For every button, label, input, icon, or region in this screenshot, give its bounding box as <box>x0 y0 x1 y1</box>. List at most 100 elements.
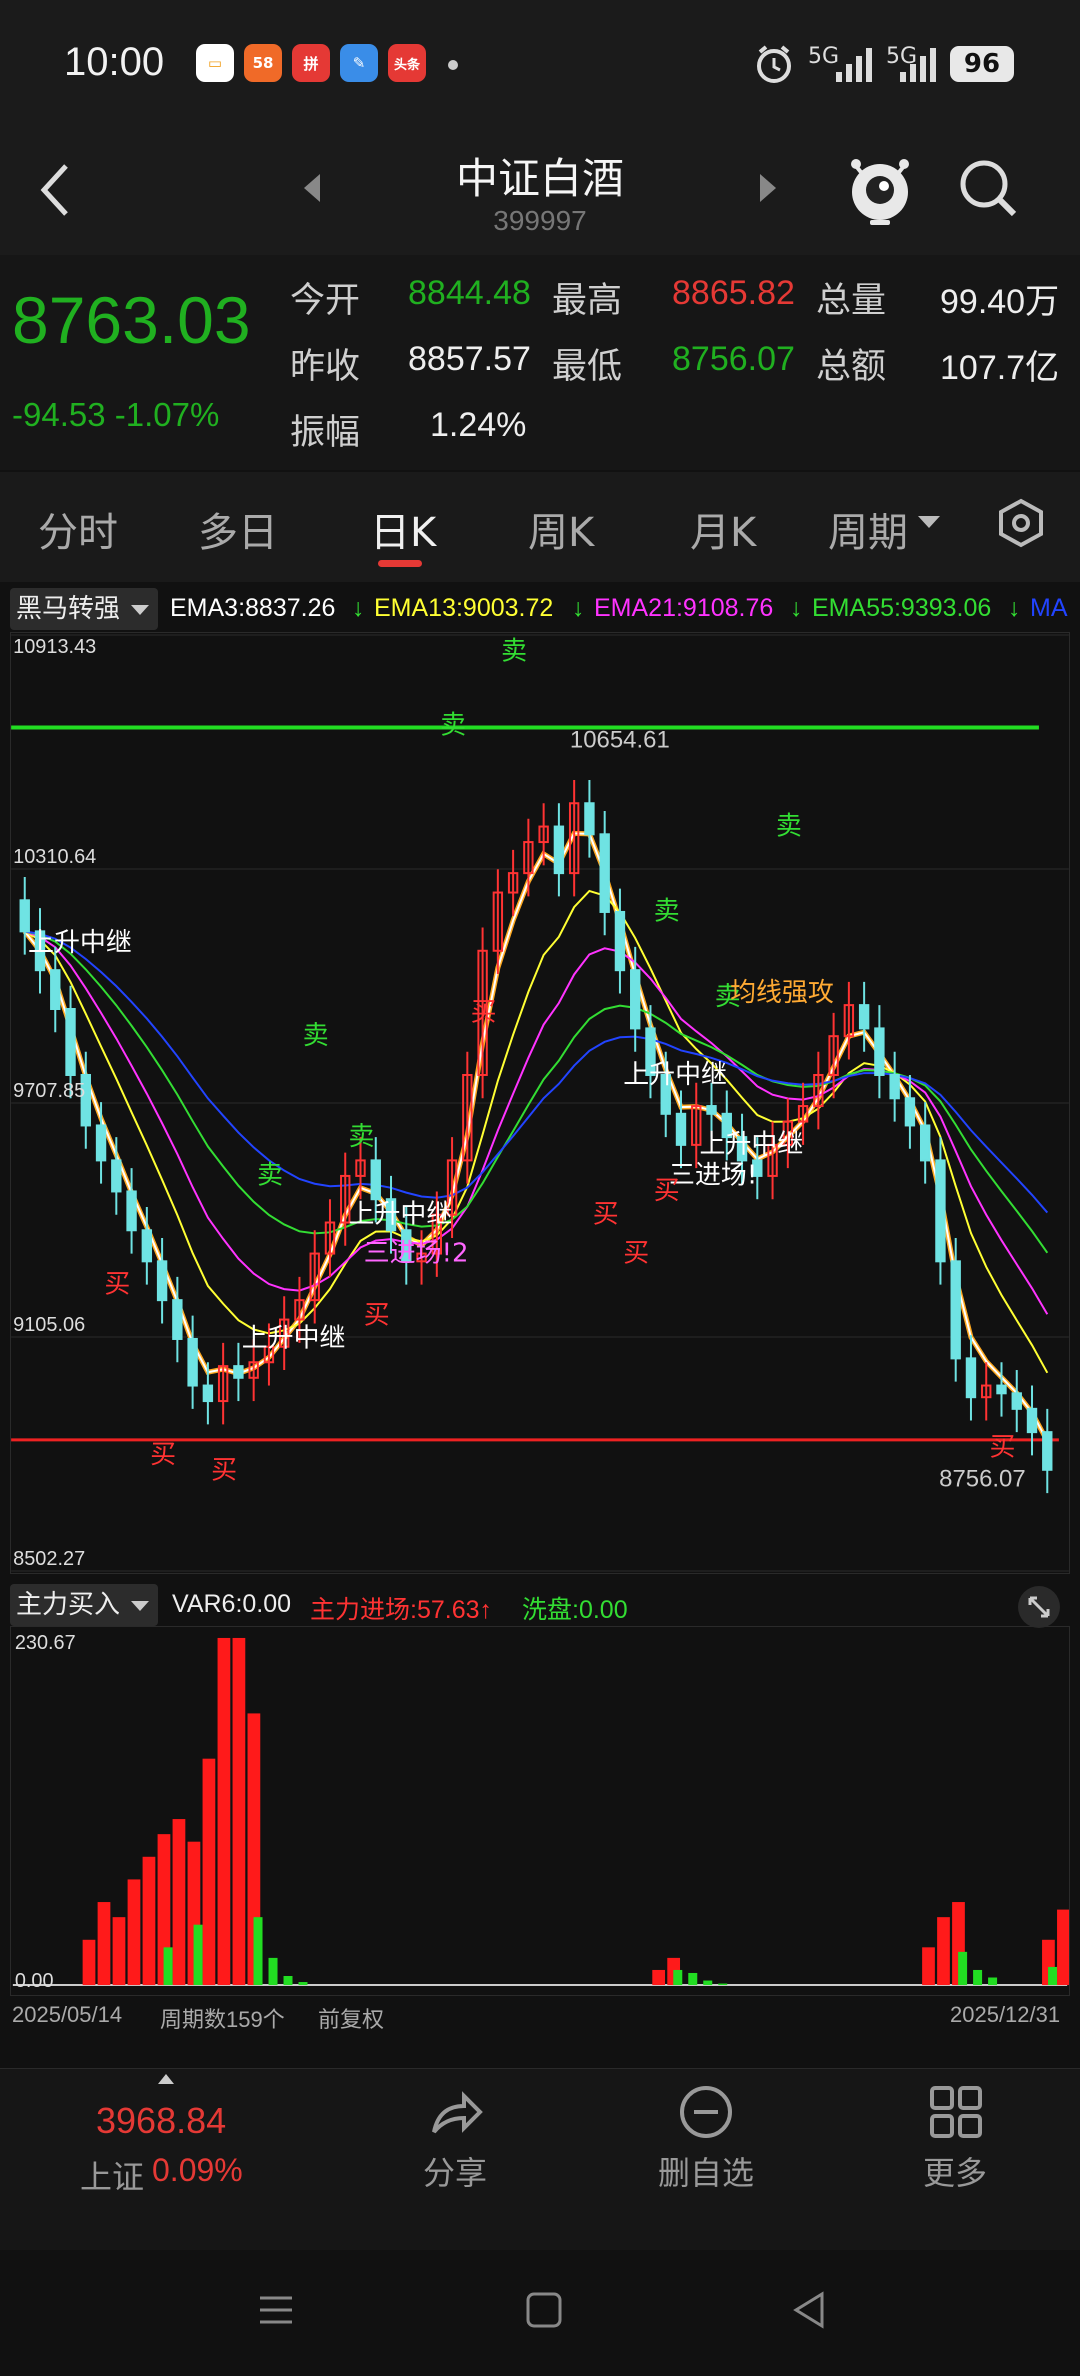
wash-bar <box>973 1969 983 1986</box>
tab-multi-day[interactable]: 多日 <box>198 500 278 558</box>
candle-body <box>126 1190 137 1232</box>
next-stock-icon[interactable] <box>756 172 780 204</box>
back-icon[interactable] <box>36 160 76 220</box>
candle-body <box>95 1124 107 1162</box>
open-label: 今开 <box>290 281 361 321</box>
expand-icon[interactable] <box>1016 1584 1062 1630</box>
indicator-name: 黑马转强 <box>16 594 121 624</box>
signal-annotation: 上升中继 <box>28 928 132 958</box>
remove-watchlist-icon[interactable] <box>678 2084 734 2140</box>
share-button[interactable]: 分享 <box>400 2148 510 2194</box>
home-nav-icon[interactable] <box>524 2290 564 2330</box>
candle-body <box>935 1159 946 1263</box>
share-icon[interactable] <box>428 2086 484 2138</box>
ema55-arrow: ↓ <box>1008 594 1021 622</box>
wash-bar <box>298 1982 308 1986</box>
y-axis-label: 10913.43 <box>13 636 96 658</box>
battery-indicator: 96 <box>950 46 1014 82</box>
search-icon[interactable] <box>956 156 1020 220</box>
candle-body <box>630 969 641 1030</box>
back-nav-icon[interactable] <box>790 2290 830 2330</box>
tab-weekly-k[interactable]: 周K <box>528 500 594 558</box>
candle-body <box>202 1384 214 1403</box>
tab-monthly-k[interactable]: 月K <box>690 500 756 558</box>
candle-body <box>187 1337 198 1387</box>
y-axis-label: 9707.85 <box>13 1080 85 1102</box>
more-grid-icon[interactable] <box>928 2084 984 2140</box>
tab-intraday[interactable]: 分时 <box>38 500 118 558</box>
sub-indicator-name: 主力买入 <box>16 1590 121 1620</box>
index-value[interactable]: 3968.84 <box>96 2100 226 2142</box>
main-force-bar <box>172 1819 186 1986</box>
indicator-dropdown-icon <box>131 605 149 615</box>
tab-daily-k[interactable]: 日K <box>370 500 436 558</box>
peak-price-label: 10654.61 <box>570 726 670 753</box>
signal-annotation: 卖 <box>776 811 802 841</box>
signal-annotation: 卖 <box>501 637 527 667</box>
candle-body <box>172 1299 183 1340</box>
candle-body <box>111 1159 122 1193</box>
remove-watchlist-button[interactable]: 删自选 <box>646 2148 766 2194</box>
kline-chart[interactable]: 卖卖卖卖卖卖卖卖上升中继上升中继上升中继上升中继上升中继三进场!三进场!2均线强… <box>10 632 1070 1574</box>
prev-stock-icon[interactable] <box>300 172 324 204</box>
signal-annotation: 上升中继 <box>700 1130 804 1160</box>
signal-annotation: 上升中继 <box>349 1200 453 1230</box>
wash-bar <box>703 1980 713 1986</box>
period-count: 周期数159个 <box>160 2007 285 2032</box>
open-value: 8844.48 <box>408 274 531 312</box>
signal-icon <box>836 48 872 82</box>
high-value: 8865.82 <box>672 274 795 312</box>
prev-close-label: 昨收 <box>290 347 361 387</box>
adjust-mode[interactable]: 前复权 <box>318 2002 384 2034</box>
y-axis-label: 9105.06 <box>13 1314 85 1336</box>
sub-indicator-dropdown-icon <box>131 1601 149 1611</box>
candle-body <box>874 1027 885 1076</box>
low-value: 8756.07 <box>672 340 795 378</box>
signal-annotation: 买 <box>471 998 497 1028</box>
notes-app-icon: ✎ <box>340 44 378 82</box>
low-label: 最低 <box>552 347 623 387</box>
candle-body <box>156 1260 168 1302</box>
wash-bar <box>283 1975 293 1986</box>
settings-hexagon-icon[interactable] <box>996 498 1046 548</box>
candle-body <box>996 1384 1007 1395</box>
menu-nav-icon[interactable] <box>256 2290 296 2330</box>
candle-body <box>889 1073 900 1100</box>
sub-y-max: 230.67 <box>15 1632 76 1654</box>
wash-bar <box>718 1983 728 1986</box>
alarm-icon <box>757 45 791 83</box>
signal-icon-2 <box>900 48 936 82</box>
volume-label: 总量 <box>816 281 887 321</box>
candle-body <box>675 1112 687 1146</box>
signal-annotation: 三进场! <box>669 1161 757 1191</box>
wash-bar <box>988 1977 998 1986</box>
tab-period[interactable]: 周期 <box>828 500 908 558</box>
ema55-label: EMA55:9393.06 <box>812 594 992 622</box>
amplitude-label: 振幅 <box>290 413 361 453</box>
more-notifications-dot <box>448 60 458 70</box>
candle-body <box>614 910 626 972</box>
main-force-chart: 230.67 0.00 <box>10 1626 1070 1996</box>
candle-body <box>233 1365 244 1379</box>
current-price: 8763.03 <box>12 283 251 357</box>
robot-assistant-icon[interactable] <box>846 150 914 226</box>
main-force-bar <box>937 1917 950 1986</box>
ema3-arrow: ↓ <box>352 594 365 622</box>
main-force-bar <box>922 1947 935 1986</box>
wash-bar <box>688 1972 698 1986</box>
more-button[interactable]: 更多 <box>900 2148 1010 2194</box>
status-time: 10:00 <box>64 40 165 84</box>
main-force-bar <box>652 1969 666 1986</box>
signal-annotation: 上升中继 <box>242 1324 346 1354</box>
candle-body <box>1011 1392 1022 1410</box>
signal-annotation: 卖 <box>303 1021 329 1051</box>
prev-close-value: 8857.57 <box>408 340 531 378</box>
volume-value: 99.40万 <box>940 283 1060 321</box>
collapse-up-icon[interactable] <box>156 2072 176 2086</box>
signal-annotation: 卖 <box>440 710 466 740</box>
candle-body <box>1042 1431 1053 1471</box>
signal-annotation: 卖 <box>257 1161 283 1191</box>
sub-y-min: 0.00 <box>15 1970 54 1992</box>
candle-body <box>1026 1407 1038 1434</box>
chevron-down-icon <box>918 516 940 528</box>
